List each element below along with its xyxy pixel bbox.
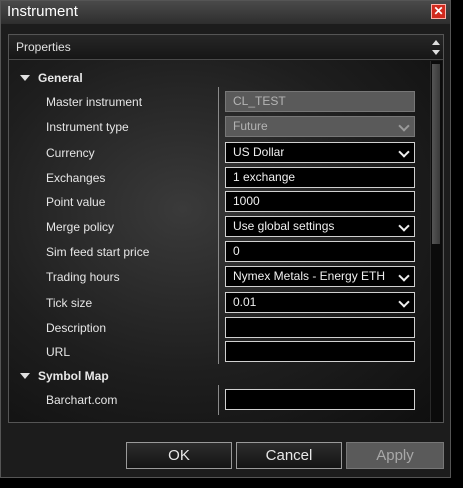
point-value-value: 1000: [233, 194, 260, 208]
label-barchart: Barchart.com: [46, 393, 118, 407]
apply-button[interactable]: Apply: [346, 442, 444, 469]
label-exchanges: Exchanges: [46, 171, 106, 185]
collapse-triangle-icon[interactable]: [20, 74, 30, 81]
column-divider[interactable]: [218, 87, 219, 364]
title-bar[interactable]: Instrument ✕: [1, 1, 450, 24]
label-merge-policy: Merge policy: [46, 220, 115, 234]
merge-policy-value: Use global settings: [233, 219, 335, 233]
chevron-down-icon[interactable]: [398, 270, 410, 282]
label-description: Description: [46, 321, 107, 335]
properties-title: Properties: [16, 40, 71, 54]
tick-size-value: 0.01: [233, 295, 257, 309]
column-divider[interactable]: [218, 385, 219, 415]
label-master-instrument: Master instrument: [46, 95, 143, 109]
close-icon: ✕: [433, 4, 444, 18]
label-instrument-type: Instrument type: [46, 120, 129, 134]
close-button[interactable]: ✕: [431, 4, 446, 19]
label-trading-hours: Trading hours: [46, 270, 120, 284]
label-tick-size: Tick size: [46, 296, 93, 310]
point-value-input[interactable]: 1000: [225, 191, 415, 212]
chevron-down-icon: [398, 120, 410, 132]
master-instrument-field: CL_TEST: [225, 91, 415, 112]
label-point-value: Point value: [46, 195, 106, 209]
label-sim-feed-start-price: Sim feed start price: [46, 245, 150, 259]
currency-value: US Dollar: [233, 145, 285, 159]
instrument-type-value: Future: [233, 119, 268, 133]
section-symbol-map-label: Symbol Map: [38, 369, 109, 383]
chevron-down-icon[interactable]: [398, 146, 410, 158]
master-instrument-value: CL_TEST: [233, 94, 286, 108]
collapse-triangle-icon[interactable]: [20, 372, 30, 379]
properties-header: Properties: [9, 35, 443, 60]
exchanges-field[interactable]: 1 exchange: [225, 167, 415, 188]
scroll-down-icon[interactable]: [432, 50, 440, 55]
section-symbol-map[interactable]: Symbol Map: [20, 369, 109, 383]
chevron-down-icon[interactable]: [398, 220, 410, 232]
window-title: Instrument: [7, 3, 78, 20]
exchanges-value: 1 exchange: [233, 170, 296, 184]
label-currency: Currency: [46, 146, 95, 160]
scrollbar-thumb[interactable]: [432, 64, 440, 244]
url-input[interactable]: [225, 341, 415, 362]
merge-policy-select[interactable]: Use global settings: [225, 216, 415, 237]
sim-feed-start-price-input[interactable]: 0: [225, 241, 415, 262]
trading-hours-select[interactable]: Nymex Metals - Energy ETH: [225, 266, 415, 287]
description-input[interactable]: [225, 317, 415, 338]
cancel-button[interactable]: Cancel: [236, 442, 342, 469]
sim-feed-start-price-value: 0: [233, 244, 240, 258]
section-general[interactable]: General: [20, 71, 83, 85]
properties-panel: Properties General Master instrument CL_…: [8, 34, 444, 423]
trading-hours-value: Nymex Metals - Energy ETH: [233, 269, 386, 283]
label-url: URL: [46, 345, 71, 359]
instrument-window: Instrument ✕ Properties General Master i…: [0, 0, 451, 478]
ok-button[interactable]: OK: [126, 442, 232, 469]
chevron-down-icon[interactable]: [398, 296, 410, 308]
tick-size-select[interactable]: 0.01: [225, 292, 415, 313]
currency-select[interactable]: US Dollar: [225, 142, 415, 163]
barchart-input[interactable]: [225, 389, 415, 410]
vertical-scrollbar[interactable]: [430, 61, 442, 422]
scroll-up-icon[interactable]: [432, 40, 440, 45]
section-general-label: General: [38, 71, 83, 85]
instrument-type-select: Future: [225, 116, 415, 137]
